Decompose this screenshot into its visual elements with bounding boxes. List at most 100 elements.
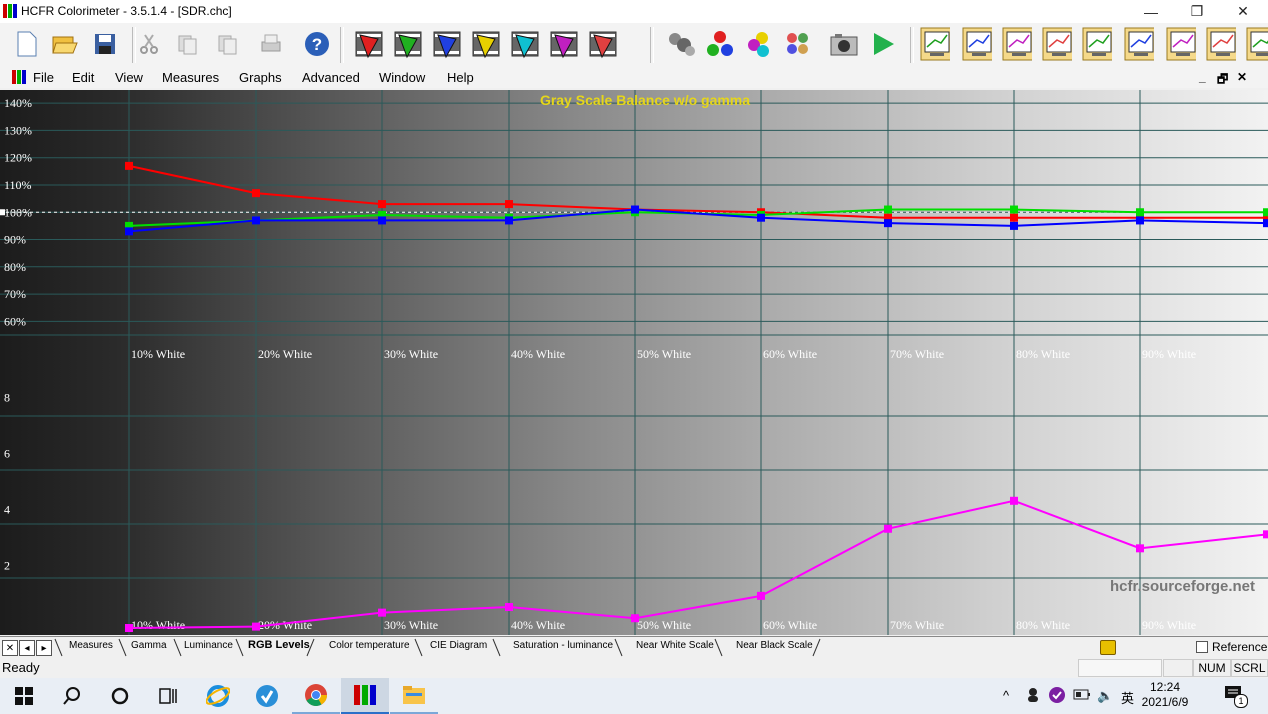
mdi-restore-button[interactable]: 🗗 [1217,70,1228,91]
toolbar-separator [650,27,654,63]
series-line [128,499,1268,630]
graph-6-icon[interactable] [1124,27,1154,61]
notification-button[interactable]: 1 [1224,685,1248,708]
tab-saturation-luminance[interactable]: Saturation - luminance [513,640,613,651]
primaries-icon[interactable] [705,29,735,59]
tab-near-black-scale[interactable]: Near Black Scale [736,640,813,651]
open-folder-icon[interactable] [50,29,80,59]
tray-app-icon[interactable] [1048,686,1066,704]
new-file-icon[interactable] [12,29,42,59]
help-icon[interactable]: ? [302,29,332,59]
tray-person-icon[interactable] [1026,687,1040,703]
taskbar-chrome[interactable] [292,678,340,714]
menu-graphs[interactable]: Graphs [239,70,282,85]
colors-icon[interactable] [783,29,813,59]
measure-cyan-icon[interactable] [510,29,540,59]
taskbar-hcfr[interactable] [341,678,389,714]
close-button[interactable]: ✕ [1220,0,1266,23]
copy-icon[interactable] [172,29,202,59]
volume-icon[interactable]: 🔈 [1097,688,1113,704]
measure-green-icon[interactable] [393,29,423,59]
cut-icon[interactable] [134,29,164,59]
graph-9-glyph [1246,27,1268,61]
tray-chevron-icon[interactable]: ^ [1003,688,1009,703]
tab-close-icon[interactable]: ✕ [2,640,18,656]
cortana-button[interactable] [96,678,144,714]
taskbar-app-v[interactable] [243,678,291,714]
y-tick-label: 90% [4,233,26,247]
graph-3-glyph [1002,27,1032,61]
measure-yellow-glyph [472,31,500,59]
menu-advanced[interactable]: Advanced [302,70,360,85]
document-icon [12,70,26,84]
battery-icon[interactable] [1073,689,1091,701]
data-point [1136,208,1144,217]
graph-4-icon[interactable] [1042,27,1072,61]
save-icon[interactable] [90,29,120,59]
window-title: HCFR Colorimeter - 3.5.1.4 - [SDR.chc] [21,4,232,18]
mdi-minimize-button[interactable]: _ [1199,70,1206,84]
mdi-close-button[interactable]: ✕ [1237,70,1247,84]
status-cell-empty-2 [1163,659,1193,677]
data-point [631,614,639,623]
graph-2-icon[interactable] [962,27,992,61]
graph-9-icon[interactable] [1246,27,1268,61]
data-point [505,200,513,209]
menu-view[interactable]: View [115,70,143,85]
graph-1-icon[interactable] [920,27,950,61]
paste-icon[interactable] [212,29,242,59]
play-icon[interactable] [868,29,898,59]
x-category-label: 90% White [1142,347,1196,361]
measure-blue-icon[interactable] [432,29,462,59]
measure-yellow-icon[interactable] [471,29,501,59]
y-tick-label: 6 [4,447,10,461]
folder-icon [403,686,425,704]
clock[interactable]: 12:24 2021/6/9 [1140,678,1190,714]
task-view-button[interactable] [144,678,192,714]
restore-button[interactable]: ❐ [1174,0,1220,23]
menu-measures[interactable]: Measures [162,70,219,85]
graph-8-icon[interactable] [1206,27,1236,61]
data-point [125,161,133,170]
probe-icon[interactable] [666,29,696,59]
menu-help[interactable]: Help [447,70,474,85]
checkmark-app-icon [256,685,278,707]
data-point [125,227,133,236]
measure-red-icon[interactable] [354,29,384,59]
menu-edit[interactable]: Edit [72,70,94,85]
tab-luminance[interactable]: Luminance [184,640,233,651]
taskbar-ie[interactable] [194,678,242,714]
y-tick-label: 60% [4,314,26,328]
tab-near-white-scale[interactable]: Near White Scale [636,640,714,651]
menu-window[interactable]: Window [379,70,425,85]
lock-icon[interactable] [1100,640,1116,655]
data-point [631,205,639,214]
x-category-label: 10% White [131,618,185,632]
x-category-label: 70% White [890,347,944,361]
graph-3-icon[interactable] [1002,27,1032,61]
camera-icon[interactable] [829,29,859,59]
measure-all-icon[interactable] [588,29,618,59]
measure-magenta-icon[interactable] [549,29,579,59]
tab-prev-icon[interactable]: ◂ [19,640,35,656]
print-icon[interactable] [256,29,286,59]
taskbar-explorer[interactable] [390,678,438,714]
status-bar: Ready NUM SCRL [0,657,1268,678]
secondaries-icon[interactable] [744,29,774,59]
graph-7-icon[interactable] [1166,27,1196,61]
tab-rgb-levels[interactable]: RGB Levels [248,639,310,651]
search-button[interactable] [48,678,96,714]
minimize-button[interactable]: — [1128,0,1174,23]
tab-gamma[interactable]: Gamma [131,640,167,651]
tab-cie-diagram[interactable]: CIE Diagram [430,640,487,651]
tab-measures[interactable]: Measures [69,640,113,651]
graph-5-icon[interactable] [1082,27,1112,61]
toolbar-separator [340,27,344,63]
tab-color-temperature[interactable]: Color temperature [329,640,410,651]
menu-file[interactable]: File [33,70,54,85]
x-category-label: 30% White [384,347,438,361]
reference-checkbox[interactable] [1196,641,1208,653]
start-button[interactable] [0,678,48,714]
status-text: Ready [2,660,40,675]
ime-indicator[interactable]: 英 [1121,688,1134,707]
